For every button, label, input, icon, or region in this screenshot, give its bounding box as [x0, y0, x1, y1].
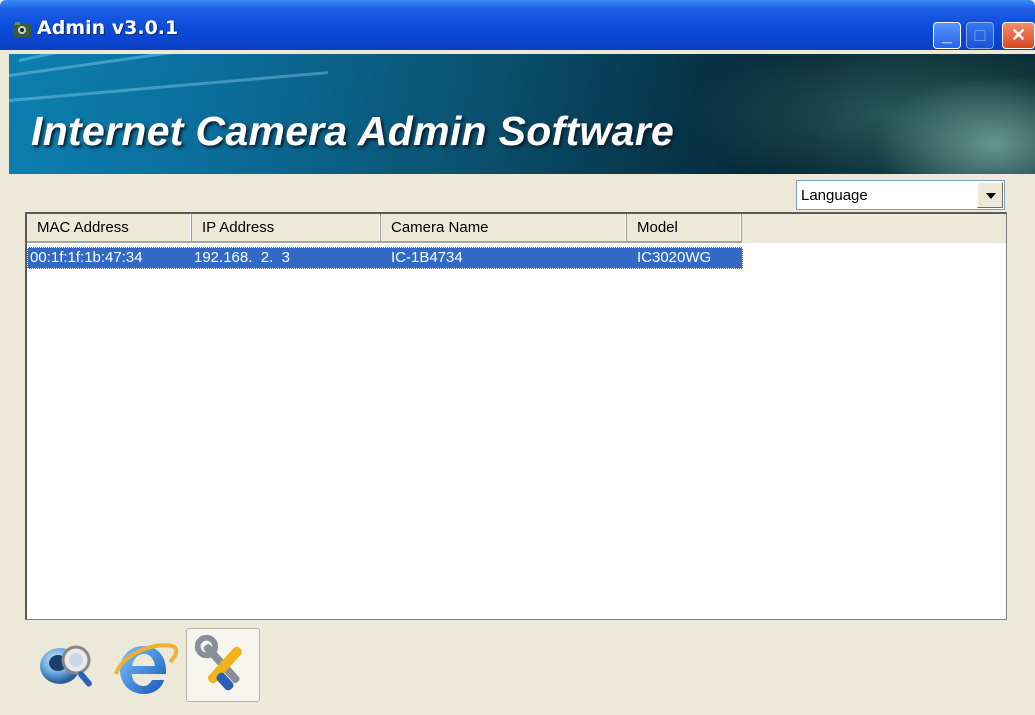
tools-icon: [194, 634, 242, 691]
column-header-camera-name[interactable]: Camera Name: [381, 214, 627, 243]
close-button[interactable]: ✕: [1002, 22, 1035, 49]
column-header-ip[interactable]: IP Address: [192, 214, 381, 243]
internet-explorer-button[interactable]: [108, 628, 182, 702]
cell-model: IC3020WG: [637, 249, 712, 266]
app-icon: [13, 22, 31, 37]
chevron-down-icon: [986, 193, 996, 199]
maximize-button[interactable]: □: [966, 22, 994, 49]
cell-mac: 00:1f:1f:1b:47:34: [30, 249, 143, 266]
language-select[interactable]: Language: [796, 180, 1005, 210]
language-select-value: Language: [801, 187, 868, 204]
column-header-mac[interactable]: MAC Address: [27, 214, 192, 243]
table-row[interactable]: 00:1f:1f:1b:47:34 192.168. 2. 3 IC-1B473…: [27, 247, 743, 269]
column-header-model[interactable]: Model: [627, 214, 742, 243]
close-icon: ✕: [1010, 25, 1027, 45]
search-camera-button[interactable]: [30, 628, 104, 702]
minimize-button[interactable]: _: [933, 22, 961, 49]
maximize-icon: □: [974, 25, 986, 45]
list-header: MAC Address IP Address Camera Name Model: [27, 214, 1006, 243]
internet-explorer-icon: [114, 643, 179, 694]
banner: Internet Camera Admin Software: [9, 54, 1035, 174]
language-dropdown-button[interactable]: [977, 182, 1003, 208]
search-camera-icon: [40, 645, 92, 687]
window-title: Admin v3.0.1: [37, 17, 179, 39]
banner-title: Internet Camera Admin Software: [31, 108, 675, 154]
cell-ip: 192.168. 2. 3: [194, 249, 290, 266]
minimize-icon: _: [941, 25, 952, 45]
settings-button[interactable]: [186, 628, 260, 702]
camera-list[interactable]: MAC Address IP Address Camera Name Model…: [25, 212, 1007, 620]
cell-camera-name: IC-1B4734: [391, 249, 463, 266]
title-bar[interactable]: Admin v3.0.1 _ □ ✕: [0, 0, 1035, 50]
